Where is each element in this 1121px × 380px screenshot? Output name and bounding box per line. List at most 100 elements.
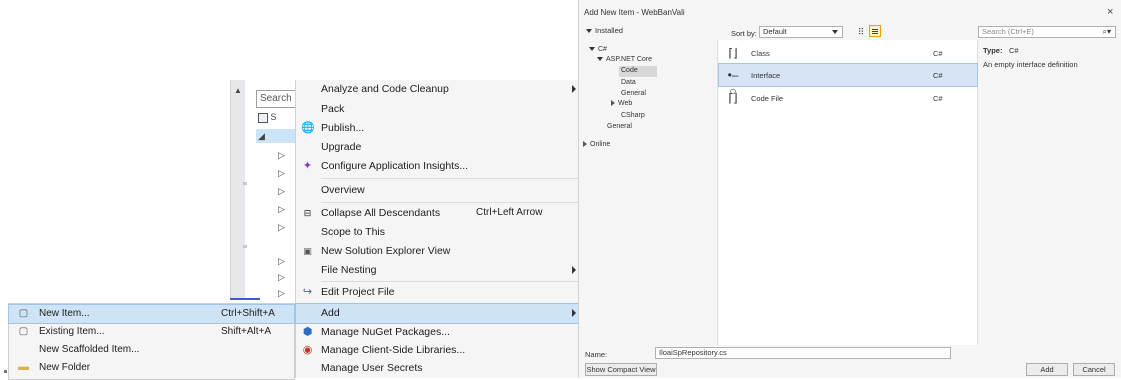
list-view-icon[interactable] xyxy=(869,25,881,37)
cancel-button[interactable]: Cancel xyxy=(1073,363,1115,376)
tree-expand-icon[interactable]: ▷ xyxy=(278,168,285,179)
nuget-icon: ⬢ xyxy=(302,326,313,338)
menu-item-new-solution-explorer-view[interactable]: ▣ New Solution Explorer View xyxy=(296,242,584,261)
menu-item-label: Add xyxy=(321,307,340,319)
menu-item-label: File Nesting xyxy=(321,264,377,276)
menu-item-label: Collapse All Descendants xyxy=(321,207,441,219)
cursor-dot xyxy=(4,370,7,373)
tree-node-code[interactable]: Code xyxy=(621,67,638,74)
sort-by-select[interactable]: Default xyxy=(759,26,843,38)
submenu-item-existing-item[interactable]: ▢ Existing Item... Shift+Alt+A xyxy=(9,323,294,341)
add-button[interactable]: Add xyxy=(1026,363,1068,376)
file-name-input[interactable]: IloaiSpRepository.cs xyxy=(655,347,951,359)
menu-item-overview[interactable]: Overview xyxy=(296,181,584,200)
solution-explorer-item[interactable]: S xyxy=(258,112,296,123)
show-compact-view-button[interactable]: Show Compact View xyxy=(585,363,657,376)
template-name: Class xyxy=(751,49,770,58)
scroll-tick xyxy=(243,245,247,248)
tree-expand-icon[interactable]: ▷ xyxy=(278,150,285,161)
description-type-value: C# xyxy=(1009,46,1019,55)
grid-view-icon[interactable]: ⠿ xyxy=(855,26,867,38)
tree-node-web[interactable]: Web xyxy=(611,100,632,107)
template-item-interface[interactable]: •‒○ Interface C# xyxy=(718,63,978,98)
menu-item-file-nesting[interactable]: File Nesting xyxy=(296,261,584,280)
search-icon[interactable]: ⌕▾ xyxy=(1103,27,1112,37)
template-language: C# xyxy=(933,94,943,103)
menu-item-manage-nuget[interactable]: ⬢ Manage NuGet Packages... xyxy=(296,323,584,342)
menu-item-label: Pack xyxy=(321,103,345,115)
menu-item-configure-app-insights[interactable]: ✦ Configure Application Insights... xyxy=(296,157,584,176)
solution-explorer-scrollbar[interactable] xyxy=(230,80,245,300)
submenu-arrow-icon xyxy=(572,85,576,93)
tree-node-general-sub[interactable]: General xyxy=(621,90,646,97)
solution-icon xyxy=(258,112,268,123)
tree-header-installed[interactable]: Installed xyxy=(583,26,717,39)
menu-item-manage-client-libraries[interactable]: ◉ Manage Client-Side Libraries... xyxy=(296,341,584,360)
menu-item-collapse-all-descendants[interactable]: ⊟ Collapse All Descendants Ctrl+Left Arr… xyxy=(296,204,584,223)
tree-node-data[interactable]: Data xyxy=(621,79,636,86)
menu-separator xyxy=(321,178,581,179)
scroll-up-icon[interactable]: ▲ xyxy=(234,86,242,95)
template-language: C# xyxy=(933,49,943,58)
tree-node-general[interactable]: General xyxy=(607,123,632,130)
tree-node-csharp-sub[interactable]: CSharp xyxy=(621,112,645,119)
menu-item-label: Overview xyxy=(321,184,365,196)
submenu-item-shortcut: Ctrl+Shift+A xyxy=(221,308,275,319)
menu-item-label: Manage NuGet Packages... xyxy=(321,326,450,338)
submenu-arrow-icon xyxy=(572,309,576,317)
tree-node-aspnet-core[interactable]: ASP.NET Core xyxy=(597,56,652,63)
menu-item-upgrade[interactable]: Upgrade xyxy=(296,138,584,157)
menu-item-edit-project-file[interactable]: ↪ Edit Project File xyxy=(296,283,584,302)
folder-icon: ▬ xyxy=(18,361,29,373)
menu-item-label: Edit Project File xyxy=(321,286,395,298)
collapsed-arrow-icon xyxy=(611,100,615,107)
tree-expand-icon[interactable]: ▷ xyxy=(278,256,285,267)
existing-item-icon: ▢ xyxy=(18,326,29,337)
context-menu: Analyze and Code Cleanup Pack 🌐 Publish.… xyxy=(295,80,585,378)
tree-expand-icon[interactable]: ▷ xyxy=(278,288,285,299)
add-new-item-dialog: Add New Item - WebBanVali × Installed C#… xyxy=(578,0,1121,378)
template-language: C# xyxy=(933,71,943,80)
tree-expand-icon[interactable]: ▷ xyxy=(278,204,285,215)
description-type-label: Type: xyxy=(983,46,1003,55)
template-search-input[interactable]: Search (Ctrl+E) ⌕▾ xyxy=(978,26,1116,38)
tree-expand-icon[interactable]: ▷ xyxy=(278,222,285,233)
code-file-icon: ⌈⌋ xyxy=(728,91,738,105)
submenu-item-new-folder[interactable]: ▬ New Folder xyxy=(9,359,294,377)
submenu-item-new-scaffolded-item[interactable]: New Scaffolded Item... xyxy=(9,341,294,359)
menu-separator xyxy=(321,202,581,203)
dialog-title: Add New Item - WebBanVali xyxy=(584,8,685,17)
template-name: Interface xyxy=(751,71,781,80)
tree-node-csharp[interactable]: C# xyxy=(589,46,607,53)
menu-item-manage-user-secrets[interactable]: Manage User Secrets xyxy=(296,359,584,378)
chevron-down-icon xyxy=(832,30,838,34)
expanded-arrow-icon xyxy=(597,57,603,62)
expanded-arrow-icon xyxy=(586,29,592,34)
menu-item-publish[interactable]: 🌐 Publish... xyxy=(296,119,584,138)
add-submenu: ▢ New Item... Ctrl+Shift+A ▢ Existing It… xyxy=(8,303,295,380)
tree-node-online[interactable]: Online xyxy=(583,141,610,148)
template-item-class[interactable]: ⌈⌋ Class C# xyxy=(719,42,977,64)
solution-explorer-search[interactable]: Search xyxy=(256,90,296,108)
menu-item-label: Manage Client-Side Libraries... xyxy=(321,344,466,356)
close-icon[interactable]: × xyxy=(1107,6,1113,18)
menu-item-label: Analyze and Code Cleanup xyxy=(321,83,449,95)
submenu-item-new-item[interactable]: ▢ New Item... Ctrl+Shift+A xyxy=(8,304,295,324)
tree-expand-icon[interactable]: ▷ xyxy=(278,272,285,283)
template-item-code-file[interactable]: ⌈⌋ Code File C# xyxy=(719,87,977,109)
sort-by-label: Sort by: xyxy=(731,29,757,38)
menu-item-label: New Solution Explorer View xyxy=(321,245,451,257)
menu-item-add[interactable]: Add xyxy=(295,303,585,324)
selection-underline xyxy=(230,298,260,300)
expanded-arrow-icon[interactable]: ◢ xyxy=(258,131,265,142)
search-placeholder: Search (Ctrl+E) xyxy=(982,27,1034,36)
class-icon: ⌈⌋ xyxy=(728,46,738,60)
template-category-tree xyxy=(583,40,718,345)
menu-item-analyze-code-cleanup[interactable]: Analyze and Code Cleanup xyxy=(296,80,584,99)
menu-item-pack[interactable]: Pack xyxy=(296,100,584,119)
collapsed-arrow-icon xyxy=(583,141,587,148)
globe-publish-icon: 🌐 xyxy=(301,122,315,134)
menu-item-scope-to-this[interactable]: Scope to This xyxy=(296,223,584,242)
tree-expand-icon[interactable]: ▷ xyxy=(278,186,285,197)
libraries-icon: ◉ xyxy=(302,344,313,356)
